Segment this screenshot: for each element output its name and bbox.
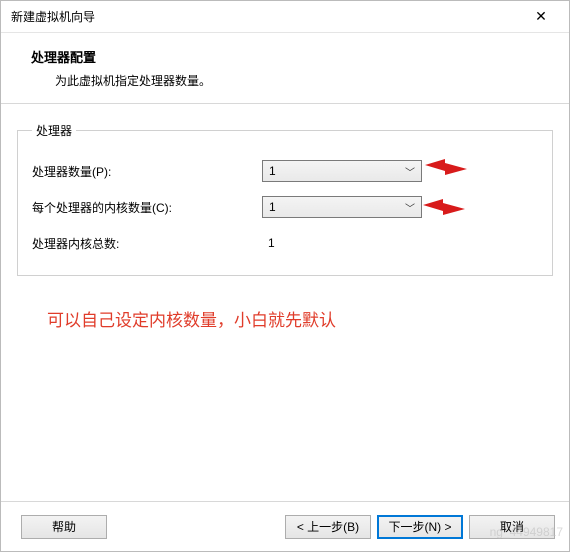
group-legend: 处理器 xyxy=(32,122,76,139)
processor-group: 处理器 处理器数量(P): 1 ﹀ 每个处理器的内核数量(C): 1 ﹀ 处理器… xyxy=(17,122,553,276)
cancel-button[interactable]: 取消 xyxy=(469,515,555,539)
next-button[interactable]: 下一步(N) > xyxy=(377,515,463,539)
content-area: 处理器 处理器数量(P): 1 ﹀ 每个处理器的内核数量(C): 1 ﹀ 处理器… xyxy=(1,104,569,331)
window-title: 新建虚拟机向导 xyxy=(11,8,519,25)
button-bar: 帮助 < 上一步(B) 下一步(N) > 取消 xyxy=(1,501,569,551)
titlebar: 新建虚拟机向导 ✕ xyxy=(1,1,569,33)
select-value: 1 xyxy=(269,164,276,178)
close-icon[interactable]: ✕ xyxy=(519,4,563,29)
label-processor-count: 处理器数量(P): xyxy=(32,163,262,180)
select-value: 1 xyxy=(269,200,276,214)
row-processor-count: 处理器数量(P): 1 ﹀ xyxy=(32,153,538,189)
row-cores-per-processor: 每个处理器的内核数量(C): 1 ﹀ xyxy=(32,189,538,225)
help-button[interactable]: 帮助 xyxy=(21,515,107,539)
chevron-down-icon: ﹀ xyxy=(405,200,415,215)
value-total-cores: 1 xyxy=(262,236,275,250)
row-total-cores: 处理器内核总数: 1 xyxy=(32,225,538,261)
chevron-down-icon: ﹀ xyxy=(405,164,415,179)
label-cores-per-processor: 每个处理器的内核数量(C): xyxy=(32,199,262,216)
back-button[interactable]: < 上一步(B) xyxy=(285,515,371,539)
wizard-header: 处理器配置 为此虚拟机指定处理器数量。 xyxy=(1,33,569,104)
page-subtitle: 为此虚拟机指定处理器数量。 xyxy=(55,72,549,89)
select-cores-per-processor[interactable]: 1 ﹀ xyxy=(262,196,422,218)
page-title: 处理器配置 xyxy=(31,47,549,66)
label-total-cores: 处理器内核总数: xyxy=(32,235,262,252)
select-processor-count[interactable]: 1 ﹀ xyxy=(262,160,422,182)
annotation-text: 可以自己设定内核数量，小白就先默认 xyxy=(47,306,553,331)
